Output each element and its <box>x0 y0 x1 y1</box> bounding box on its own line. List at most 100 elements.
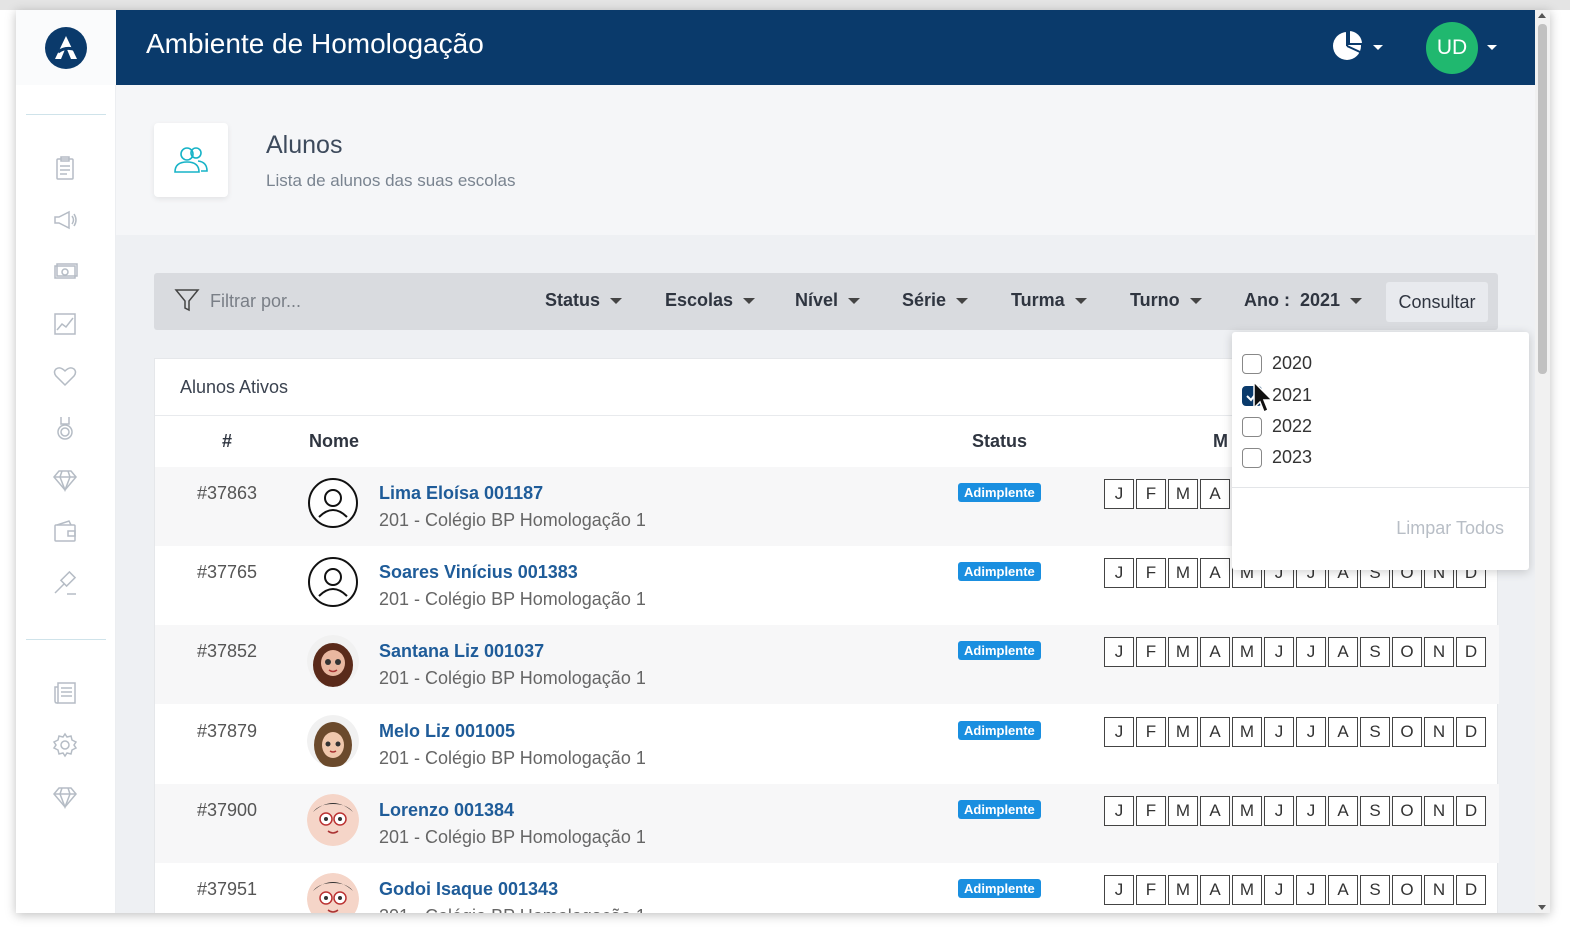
month-box[interactable]: J <box>1104 796 1134 826</box>
month-box[interactable]: O <box>1392 875 1422 905</box>
table-row[interactable]: #37951 Godoi Isaque 001343 201 - Colégio B… <box>155 863 1499 913</box>
month-box[interactable]: A <box>1328 796 1358 826</box>
month-box[interactable]: M <box>1168 717 1198 747</box>
month-box[interactable]: S <box>1360 717 1390 747</box>
month-box[interactable]: M <box>1168 479 1198 509</box>
student-name-link[interactable]: Melo Liz 001005 <box>379 721 515 742</box>
month-box[interactable]: A <box>1200 717 1230 747</box>
month-box[interactable]: A <box>1200 558 1230 588</box>
turma-dropdown[interactable]: Turma <box>1011 290 1087 311</box>
month-box[interactable]: F <box>1136 637 1166 667</box>
month-box[interactable]: S <box>1360 875 1390 905</box>
diamond-icon[interactable] <box>50 782 80 812</box>
chevron-down-icon[interactable] <box>1487 45 1497 50</box>
month-box[interactable]: M <box>1168 637 1198 667</box>
month-box[interactable]: M <box>1232 717 1262 747</box>
month-box[interactable]: J <box>1264 637 1294 667</box>
month-box[interactable]: M <box>1232 637 1262 667</box>
month-box[interactable]: F <box>1136 796 1166 826</box>
month-box[interactable]: J <box>1296 717 1326 747</box>
clear-all-button[interactable]: Limpar Todos <box>1232 518 1504 539</box>
month-box[interactable]: J <box>1296 796 1326 826</box>
month-box[interactable]: F <box>1136 717 1166 747</box>
gavel-icon[interactable] <box>50 569 80 599</box>
month-box[interactable]: N <box>1424 717 1454 747</box>
month-box[interactable]: A <box>1200 796 1230 826</box>
month-box[interactable]: M <box>1232 796 1262 826</box>
heart-icon[interactable] <box>50 361 80 391</box>
month-box[interactable]: S <box>1360 796 1390 826</box>
month-box[interactable]: A <box>1200 637 1230 667</box>
month-box[interactable]: J <box>1104 558 1134 588</box>
student-name-link[interactable]: Lorenzo 001384 <box>379 800 514 821</box>
medal-icon[interactable] <box>50 413 80 443</box>
month-box[interactable]: J <box>1296 875 1326 905</box>
scrollbar-thumb[interactable] <box>1538 24 1547 374</box>
consultar-button[interactable]: Consultar <box>1386 282 1488 322</box>
month-box[interactable]: J <box>1264 796 1294 826</box>
scroll-up-icon[interactable] <box>1538 13 1546 18</box>
escolas-dropdown[interactable]: Escolas <box>665 290 756 311</box>
month-box[interactable]: O <box>1392 717 1422 747</box>
month-box[interactable]: F <box>1136 558 1166 588</box>
table-row[interactable]: #37879 Melo Liz 001005 201 - Colégio BP Ho… <box>155 705 1499 784</box>
month-box[interactable]: A <box>1328 717 1358 747</box>
month-box[interactable]: D <box>1456 796 1486 826</box>
month-box[interactable]: J <box>1104 479 1134 509</box>
user-avatar[interactable]: UD <box>1426 22 1478 74</box>
student-name-link[interactable]: Santana Liz 001037 <box>379 641 544 662</box>
serie-dropdown[interactable]: Série <box>902 290 969 311</box>
nivel-dropdown[interactable]: Nível <box>795 290 861 311</box>
money-icon[interactable] <box>50 257 80 287</box>
ano-dropdown[interactable]: Ano : 2021 <box>1244 290 1363 311</box>
reports-menu-button[interactable] <box>1331 28 1389 64</box>
month-box[interactable]: S <box>1360 637 1390 667</box>
month-box[interactable]: J <box>1104 875 1134 905</box>
month-box[interactable]: D <box>1456 637 1486 667</box>
month-box[interactable]: J <box>1264 717 1294 747</box>
logo-a-icon[interactable] <box>45 27 87 69</box>
month-box[interactable]: M <box>1168 558 1198 588</box>
month-box[interactable]: A <box>1328 637 1358 667</box>
checkbox[interactable] <box>1242 447 1262 468</box>
month-box[interactable]: J <box>1104 637 1134 667</box>
month-box[interactable]: D <box>1456 875 1486 905</box>
year-option[interactable]: 2023 <box>1242 447 1312 468</box>
table-row[interactable]: #37900 Lorenzo 001384 201 - Colégio BP Hom… <box>155 784 1499 863</box>
status-dropdown[interactable]: Status <box>545 290 623 311</box>
month-box[interactable]: M <box>1232 875 1262 905</box>
month-box[interactable]: O <box>1392 796 1422 826</box>
month-box[interactable]: A <box>1200 479 1230 509</box>
month-box[interactable]: A <box>1328 875 1358 905</box>
filter-input[interactable] <box>210 288 510 314</box>
month-box[interactable]: F <box>1136 875 1166 905</box>
year-option[interactable]: 2020 <box>1242 353 1312 374</box>
clipboard-icon[interactable] <box>50 153 80 183</box>
turno-dropdown[interactable]: Turno <box>1130 290 1202 311</box>
month-box[interactable]: J <box>1104 717 1134 747</box>
month-box[interactable]: D <box>1456 717 1486 747</box>
month-box[interactable]: N <box>1424 796 1454 826</box>
month-box[interactable]: O <box>1392 637 1422 667</box>
month-box[interactable]: M <box>1168 796 1198 826</box>
wallet-icon[interactable] <box>50 517 80 547</box>
student-name-link[interactable]: Godoi Isaque 001343 <box>379 879 558 900</box>
page-scrollbar[interactable] <box>1535 10 1550 913</box>
megaphone-icon[interactable] <box>50 205 80 235</box>
table-row[interactable]: #37852 Santana Liz 001037 201 - Colégio BP… <box>155 625 1499 704</box>
month-box[interactable]: N <box>1424 875 1454 905</box>
month-box[interactable]: M <box>1168 875 1198 905</box>
month-box[interactable]: J <box>1296 637 1326 667</box>
gear-icon[interactable] <box>50 730 80 760</box>
month-box[interactable]: J <box>1264 875 1294 905</box>
scroll-down-icon[interactable] <box>1538 905 1546 910</box>
month-box[interactable]: F <box>1136 479 1166 509</box>
diamond-icon[interactable] <box>50 465 80 495</box>
student-name-link[interactable]: Soares Vinícius 001383 <box>379 562 578 583</box>
month-box[interactable]: A <box>1200 875 1230 905</box>
student-name-link[interactable]: Lima Eloísa 001187 <box>379 483 543 504</box>
checkbox[interactable] <box>1242 353 1262 374</box>
newspaper-icon[interactable] <box>50 678 80 708</box>
month-box[interactable]: N <box>1424 637 1454 667</box>
chart-line-icon[interactable] <box>50 309 80 339</box>
